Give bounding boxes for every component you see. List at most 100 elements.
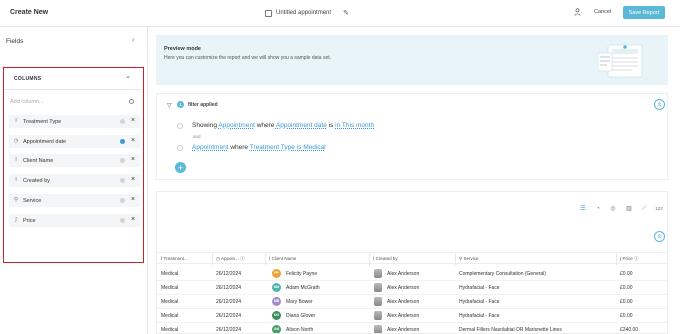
cell-client: Alison North bbox=[286, 327, 314, 333]
filter-applied-label: filter applied bbox=[188, 102, 218, 108]
filter-icon[interactable]: ▽ bbox=[167, 102, 172, 109]
column-divider[interactable] bbox=[455, 253, 456, 265]
cell-price: £0.00 bbox=[620, 299, 633, 305]
table-row[interactable]: Medical 26/12/2024 AN Alison North Alex … bbox=[157, 323, 667, 333]
column-label: Appointment date bbox=[23, 138, 67, 145]
filter-rule-1: Showing Appointment where Appointment da… bbox=[192, 122, 374, 129]
col-header-label: Price bbox=[622, 256, 633, 261]
add-filter-button[interactable]: + bbox=[175, 162, 186, 173]
info-icon[interactable] bbox=[120, 138, 125, 144]
column-item-treatment-type[interactable]: Ⅰ Treatment Type × bbox=[9, 115, 140, 128]
collapse-panel-icon[interactable]: ‹ bbox=[132, 37, 134, 44]
cell-service: Hydrafacial - Face bbox=[459, 299, 500, 305]
remove-column-icon[interactable]: × bbox=[131, 117, 135, 124]
rule-field-link[interactable]: Appointment date bbox=[276, 122, 327, 129]
document-name[interactable]: Untitled appointment bbox=[276, 10, 331, 16]
columns-section: COLUMNS ⌄ Ⅰ Treatment Type × ◷ Appointme… bbox=[3, 67, 144, 263]
cell-created-by: Alex Anderson bbox=[387, 327, 420, 333]
info-icon[interactable] bbox=[120, 217, 125, 223]
col-header-client-name[interactable]: Ⅰ Client Name bbox=[269, 256, 296, 262]
col-header-label: Treatment... bbox=[163, 256, 188, 261]
preview-banner: Preview mode Here you can customize the … bbox=[156, 35, 668, 85]
info-icon[interactable] bbox=[120, 157, 125, 163]
column-item-client-name[interactable]: Ⅰ Client Name × bbox=[9, 154, 140, 167]
filter-card: ▽ 1 filter applied Showing Appointment w… bbox=[156, 93, 668, 180]
number-view-icon[interactable]: 123 bbox=[654, 204, 664, 214]
rule-condition-link[interactable]: Treatment Type is Medical bbox=[250, 144, 326, 151]
client-avatar: MB bbox=[272, 297, 281, 306]
column-divider[interactable] bbox=[616, 253, 617, 265]
info-icon[interactable] bbox=[120, 197, 125, 203]
page-title: Create New bbox=[10, 9, 49, 16]
edit-pencil-icon[interactable]: ✎ bbox=[343, 9, 349, 17]
cell-created-by: Alex Anderson bbox=[387, 271, 420, 277]
cell-treatment: Medical bbox=[161, 313, 179, 319]
rule-entity-link[interactable]: Appointment bbox=[192, 144, 229, 151]
col-header-label: Client Name bbox=[271, 256, 297, 261]
cell-treatment: Medical bbox=[161, 327, 179, 333]
column-item-service[interactable]: ⚲ Service × bbox=[9, 194, 140, 207]
column-divider[interactable] bbox=[369, 253, 370, 265]
top-bar: Create New Untitled appointment ✎ Cancel… bbox=[0, 0, 680, 27]
column-item-created-by[interactable]: Ⅰ Created by × bbox=[9, 174, 140, 187]
rule-text: is bbox=[328, 122, 334, 129]
column-divider[interactable] bbox=[212, 253, 213, 265]
cell-created-by: Alex Anderson bbox=[387, 299, 420, 305]
remove-column-icon[interactable]: × bbox=[131, 196, 135, 203]
table-row[interactable]: Medical 26/12/2024 FP Felicity Payne Ale… bbox=[157, 267, 667, 281]
donut-view-icon[interactable]: ◎ bbox=[608, 204, 618, 214]
info-icon: ⓘ bbox=[239, 256, 245, 261]
document-title[interactable]: Untitled appointment ✎ bbox=[265, 9, 349, 17]
bar-view-icon[interactable]: ▥ bbox=[624, 204, 634, 214]
creator-avatar bbox=[374, 325, 382, 333]
add-column-input[interactable] bbox=[10, 96, 138, 107]
cell-price: £0.00 bbox=[620, 313, 633, 319]
user-icon[interactable] bbox=[574, 8, 581, 16]
remove-column-icon[interactable]: × bbox=[131, 156, 135, 163]
cell-price: £0.00 bbox=[620, 285, 633, 291]
list-view-icon[interactable]: ☰ bbox=[578, 204, 588, 214]
collapse-toggle-icon[interactable] bbox=[654, 99, 665, 110]
info-icon[interactable] bbox=[120, 177, 125, 183]
pie-view-icon[interactable]: ◔ bbox=[593, 204, 603, 214]
remove-column-icon[interactable]: × bbox=[131, 216, 135, 223]
table-row[interactable]: Medical 26/12/2024 AM Adam McGrath Alex … bbox=[157, 281, 667, 295]
cell-service: Dermal Fillers Nasolabial OR Marionette … bbox=[459, 327, 562, 333]
collapse-toggle-icon[interactable] bbox=[654, 231, 665, 242]
table-row[interactable]: Medical 26/12/2024 DG Diana Glover Alex … bbox=[157, 309, 667, 323]
remove-column-icon[interactable]: × bbox=[131, 137, 135, 144]
cell-client: Diana Glover bbox=[286, 313, 316, 319]
col-header-price[interactable]: ∫ Price ⓘ bbox=[620, 256, 639, 262]
cell-price: £0.00 bbox=[620, 271, 633, 277]
table-header: Ⅰ Treatment... ◷ Appoin... ⓘ Ⅰ Client Na… bbox=[157, 252, 667, 265]
rule-radio[interactable] bbox=[177, 123, 183, 129]
divider bbox=[4, 89, 142, 90]
rule-radio[interactable] bbox=[177, 145, 183, 151]
creator-avatar bbox=[374, 311, 382, 320]
save-report-button[interactable]: Save Report bbox=[623, 6, 665, 19]
cancel-button[interactable]: Cancel bbox=[590, 6, 615, 19]
report-illustration-icon bbox=[598, 44, 643, 78]
info-icon[interactable] bbox=[120, 118, 125, 124]
document-icon bbox=[265, 9, 272, 17]
column-item-price[interactable]: ∫ Price × bbox=[9, 214, 140, 227]
col-header-created-by[interactable]: Ⅰ Created by bbox=[373, 256, 398, 262]
col-header-service[interactable]: ⚲ Service bbox=[459, 256, 479, 262]
column-item-appointment-date[interactable]: ◷ Appointment date × bbox=[9, 135, 140, 148]
col-header-treatment[interactable]: Ⅰ Treatment... bbox=[161, 256, 188, 262]
rule-entity-link[interactable]: Appointment bbox=[218, 122, 255, 129]
cell-service: Hydrafacial - Face bbox=[459, 313, 500, 319]
rule-operator-link[interactable]: in bbox=[335, 122, 340, 129]
remove-column-icon[interactable]: × bbox=[131, 176, 135, 183]
col-header-label: Created by bbox=[375, 256, 398, 261]
column-divider[interactable] bbox=[265, 253, 266, 265]
text-type-icon: Ⅰ bbox=[15, 118, 17, 124]
cell-date: 26/12/2024 bbox=[216, 285, 242, 291]
table-row[interactable]: Medical 26/12/2024 MB Mary Bower Alex An… bbox=[157, 295, 667, 309]
text-type-icon: Ⅰ bbox=[15, 157, 17, 163]
col-header-appointment[interactable]: ◷ Appoin... ⓘ bbox=[216, 256, 244, 262]
rule-value-link[interactable]: This month bbox=[342, 122, 374, 129]
preview-title: Preview mode bbox=[164, 46, 201, 52]
chevron-down-icon[interactable]: ⌄ bbox=[125, 72, 131, 80]
line-view-icon[interactable]: ⟋ bbox=[639, 204, 649, 214]
